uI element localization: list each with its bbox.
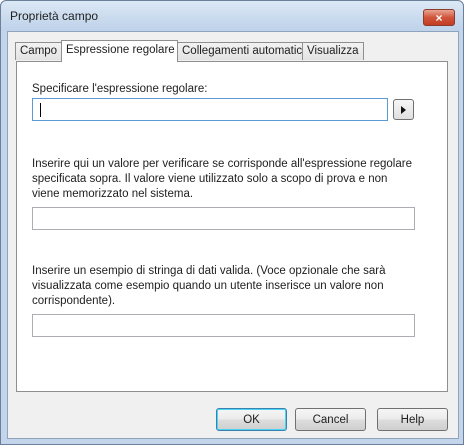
play-arrow-icon [401,105,406,114]
test-description-line: viene memorizzato nel sistema. [32,188,194,200]
regex-label: Specificare l'espressione regolare: [32,83,208,95]
regex-input[interactable] [32,98,388,121]
window-title: Proprietà campo [10,9,99,23]
example-description: Inserire un esempio di stringa di dati v… [32,264,386,309]
test-description-line: Inserire qui un valore per verificare se… [32,158,412,170]
example-description-line: visualizzata come esempio quando un uten… [32,280,384,292]
dialog-client: Campo Espressione regolare Collegamenti … [7,31,459,439]
example-input[interactable] [32,314,415,337]
close-button[interactable]: × [423,9,455,26]
tab-espressione-regolare[interactable]: Espressione regolare [61,40,178,62]
test-value-input[interactable] [32,207,415,230]
tab-campo[interactable]: Campo [15,42,62,60]
help-button[interactable]: Help [377,408,448,431]
tab-visualizza[interactable]: Visualizza [302,42,364,60]
ok-button[interactable]: OK [216,408,287,431]
dialog-window: Proprietà campo × Campo Espressione rego… [0,0,464,445]
title-bar: Proprietà campo × [1,1,463,31]
tab-panel: Specificare l'espressione regolare: Inse… [16,61,448,392]
text-caret [40,103,41,117]
test-description: Inserire qui un valore per verificare se… [32,157,412,202]
insert-expression-button[interactable] [393,99,414,120]
close-icon: × [435,10,443,25]
example-description-line: corrispondente). [32,295,116,307]
cancel-button[interactable]: Cancel [295,408,366,431]
tab-collegamenti-automatici[interactable]: Collegamenti automatici [177,42,305,60]
example-description-line: Inserire un esempio di stringa di dati v… [32,265,386,277]
test-description-line: specificata sopra. Il valore viene utili… [32,173,388,185]
